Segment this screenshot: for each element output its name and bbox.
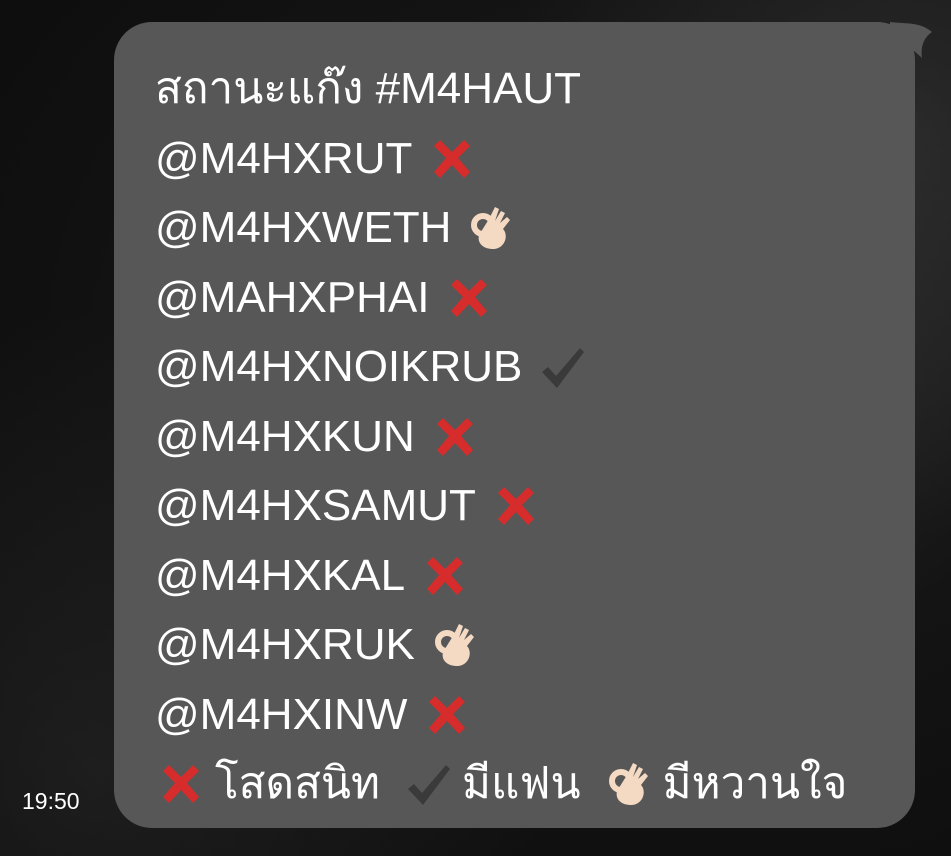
bubble-tail <box>890 22 932 58</box>
member-line: @M4HXKUN <box>155 410 847 480</box>
member-handle[interactable]: @M4HXSAMUT <box>155 479 476 533</box>
red-x-icon <box>155 759 207 811</box>
ok-hand-icon <box>465 203 517 255</box>
member-handle[interactable]: @M4HXWETH <box>155 201 451 255</box>
check-mark-icon <box>402 759 454 811</box>
message-timestamp: 19:50 <box>22 788 80 814</box>
legend-label-crush: มีหวานใจ <box>662 759 848 808</box>
member-handle[interactable]: @M4HXKAL <box>155 549 405 603</box>
member-line: @M4HXRUK <box>155 618 847 688</box>
member-line: @MAHXPHAI <box>155 271 847 341</box>
red-x-icon <box>429 412 481 464</box>
message-text: สถานะแก๊ง #M4HAUT @M4HXRUT @M4HXWETH @MA… <box>155 62 847 827</box>
ok-hand-icon <box>429 620 481 672</box>
member-handle[interactable]: @M4HXKUN <box>155 410 415 464</box>
member-line: @M4HXSAMUT <box>155 479 847 549</box>
legend-label-taken: มีแฟน <box>462 759 581 808</box>
member-line: @M4HXKAL <box>155 549 847 619</box>
status-legend: โสดสนิท มีแฟน มีหวานใจ <box>155 757 847 827</box>
ok-hand-icon <box>603 759 655 811</box>
red-x-icon <box>419 551 471 603</box>
member-handle[interactable]: @MAHXPHAI <box>155 271 429 325</box>
member-line: @M4HXNOIKRUB <box>155 340 847 410</box>
member-handle[interactable]: @M4HXNOIKRUB <box>155 340 522 394</box>
member-handle[interactable]: @M4HXRUK <box>155 618 415 672</box>
check-mark-icon <box>536 342 588 394</box>
member-handle[interactable]: @M4HXINW <box>155 688 407 742</box>
red-x-icon <box>490 481 542 533</box>
red-x-icon <box>443 273 495 325</box>
gang-status-title: สถานะแก๊ง #M4HAUT <box>155 64 581 113</box>
red-x-icon <box>421 690 473 742</box>
red-x-icon <box>426 134 478 186</box>
member-line: @M4HXWETH <box>155 201 847 271</box>
legend-label-single: โสดสนิท <box>215 759 380 808</box>
message-title-line: สถานะแก๊ง #M4HAUT <box>155 62 847 132</box>
member-line: @M4HXINW <box>155 688 847 758</box>
member-handle[interactable]: @M4HXRUT <box>155 132 412 186</box>
member-line: @M4HXRUT <box>155 132 847 202</box>
